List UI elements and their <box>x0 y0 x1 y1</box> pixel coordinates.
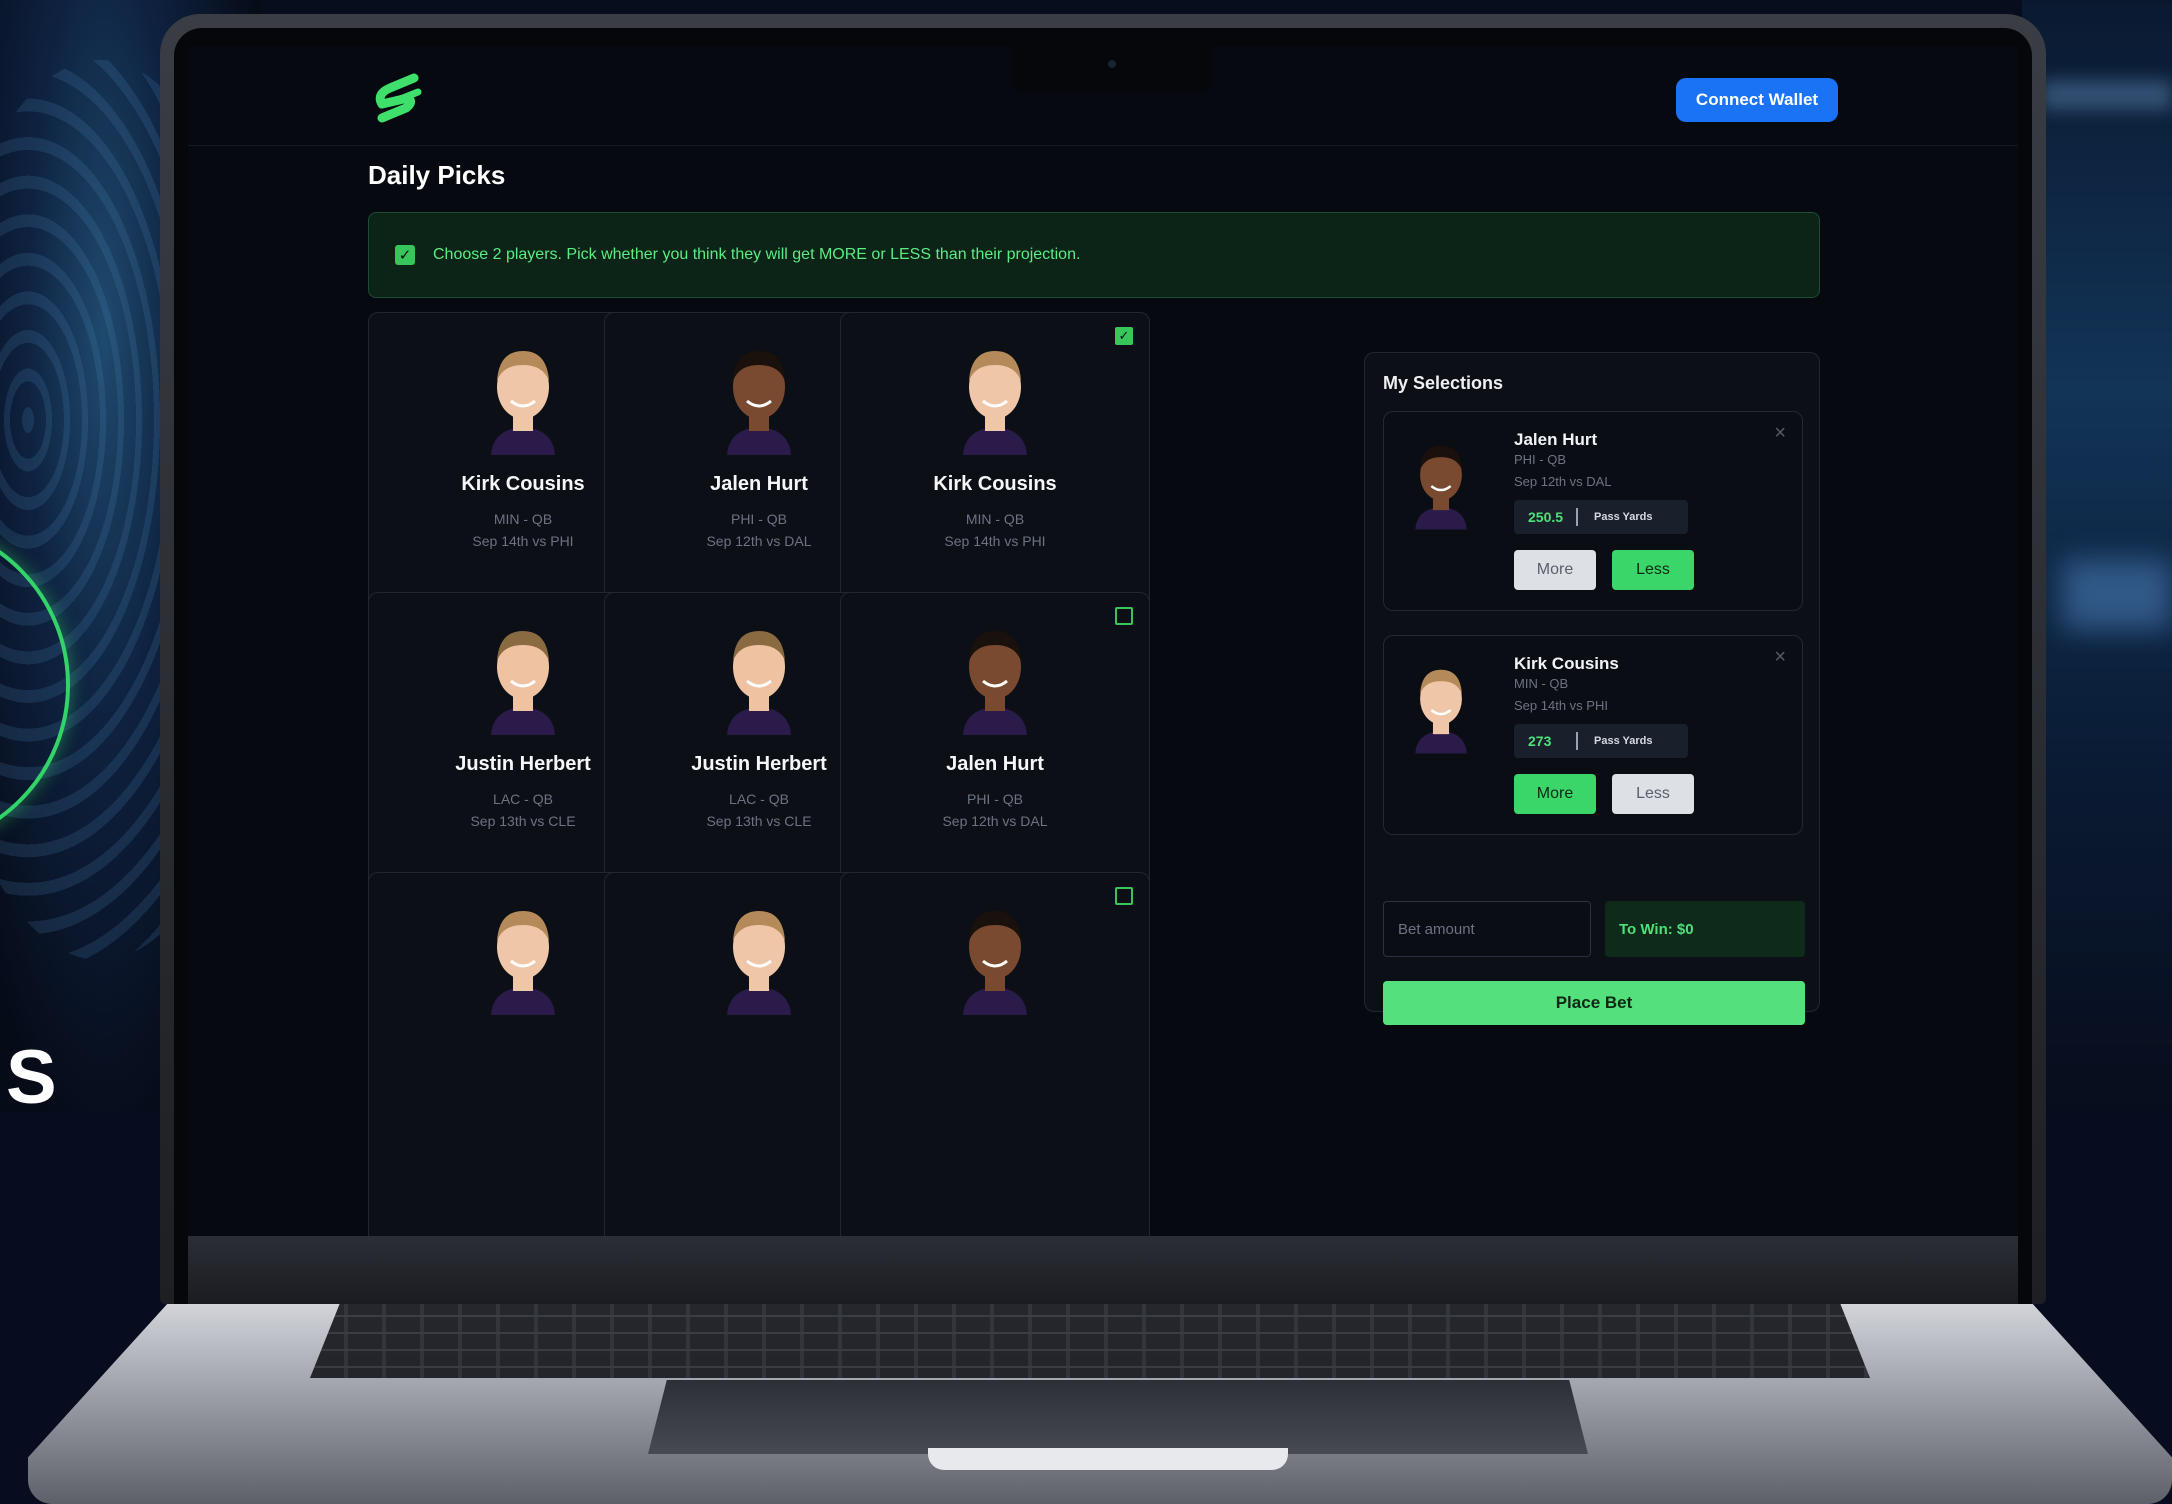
player-photo <box>477 337 569 455</box>
less-button[interactable]: Less <box>1612 774 1694 814</box>
connect-wallet-button[interactable]: Connect Wallet <box>1676 78 1838 122</box>
selections-title: My Selections <box>1383 373 1504 393</box>
laptop-trackpad <box>648 1380 1588 1454</box>
backdrop-glow <box>2062 560 2172 630</box>
player-game: Sep 12th vs DAL <box>1514 474 1612 489</box>
player-photo <box>713 337 805 455</box>
player-name: Kirk Cousins <box>933 473 1057 495</box>
player-game: Sep 14th vs PHI <box>1514 698 1608 713</box>
player-name: Jalen Hurt <box>946 753 1044 775</box>
player-team: PHI - QB <box>1514 452 1567 467</box>
divider <box>1576 732 1578 750</box>
projection-pill: 250.5 Pass Yards <box>1514 500 1688 534</box>
more-button[interactable]: More <box>1514 550 1596 590</box>
stat-label: Pass Yards <box>1594 735 1653 747</box>
player-team: MIN - QB <box>1514 676 1569 691</box>
player-photo <box>1404 658 1478 754</box>
s-logo-icon[interactable] <box>368 72 432 130</box>
backdrop-letter: S <box>6 1035 57 1113</box>
selection-item: × Jalen Hurt PHI - QB Sep 12th vs DAL 250.5 P… <box>1383 411 1803 611</box>
to-win-display: To Win: $0 <box>1605 901 1805 957</box>
player-photo <box>949 617 1041 735</box>
bet-amount-input[interactable] <box>1383 901 1591 957</box>
player-game: Sep 12th vs DAL <box>942 813 1048 829</box>
projection-value: 250.5 <box>1528 509 1564 525</box>
player-team: PHI - QB <box>966 791 1023 807</box>
player-name: Kirk Cousins <box>1514 654 1619 673</box>
projection-pill: 273 Pass Yards <box>1514 724 1688 758</box>
stat-label: Pass Yards <box>1594 511 1653 523</box>
page-title: Daily Picks <box>368 160 506 190</box>
close-icon[interactable]: × <box>1774 422 1786 445</box>
app-screen: Connect Wallet Daily Picks ✓ Choose 2 pl… <box>188 46 2018 1236</box>
select-checkbox[interactable] <box>1115 887 1133 905</box>
close-icon[interactable]: × <box>1774 646 1786 669</box>
backdrop-glow <box>2042 80 2172 110</box>
player-photo <box>477 897 569 1015</box>
banner-message: Choose 2 players. Pick whether you think… <box>433 246 1081 263</box>
player-photo <box>477 617 569 735</box>
player-photo <box>713 617 805 735</box>
my-selections-panel: My Selections × Jalen Hurt PHI - QB Sep 12t… <box>1364 352 1820 1025</box>
selection-item: × Kirk Cousins MIN - QB Sep 14th vs PHI 273 P… <box>1383 635 1803 835</box>
projection-value: 273 <box>1528 733 1552 749</box>
player-photo <box>949 897 1041 1015</box>
player-name: Jalen Hurt <box>1514 430 1598 449</box>
player-card[interactable] <box>840 872 1150 1236</box>
check-icon: ✓ <box>395 245 415 265</box>
player-photo <box>949 337 1041 455</box>
select-checkbox[interactable]: ✓ <box>1115 327 1133 345</box>
laptop-front-notch <box>928 1448 1288 1470</box>
player-photo <box>1404 434 1478 530</box>
more-button[interactable]: More <box>1514 774 1596 814</box>
laptop-lid: Connect Wallet Daily Picks ✓ Choose 2 pl… <box>160 14 2046 1304</box>
player-photo <box>713 897 805 1015</box>
place-bet-button[interactable]: Place Bet <box>1383 981 1805 1025</box>
camera-notch <box>1012 42 1212 92</box>
less-button[interactable]: Less <box>1612 550 1694 590</box>
select-checkbox[interactable] <box>1115 607 1133 625</box>
player-team: MIN - QB <box>965 511 1025 527</box>
player-game: Sep 14th vs PHI <box>944 533 1046 549</box>
laptop-chin <box>188 1236 2018 1304</box>
instruction-banner: ✓ Choose 2 players. Pick whether you thi… <box>368 212 1820 298</box>
divider <box>1576 508 1578 526</box>
laptop-keyboard <box>310 1300 1870 1378</box>
